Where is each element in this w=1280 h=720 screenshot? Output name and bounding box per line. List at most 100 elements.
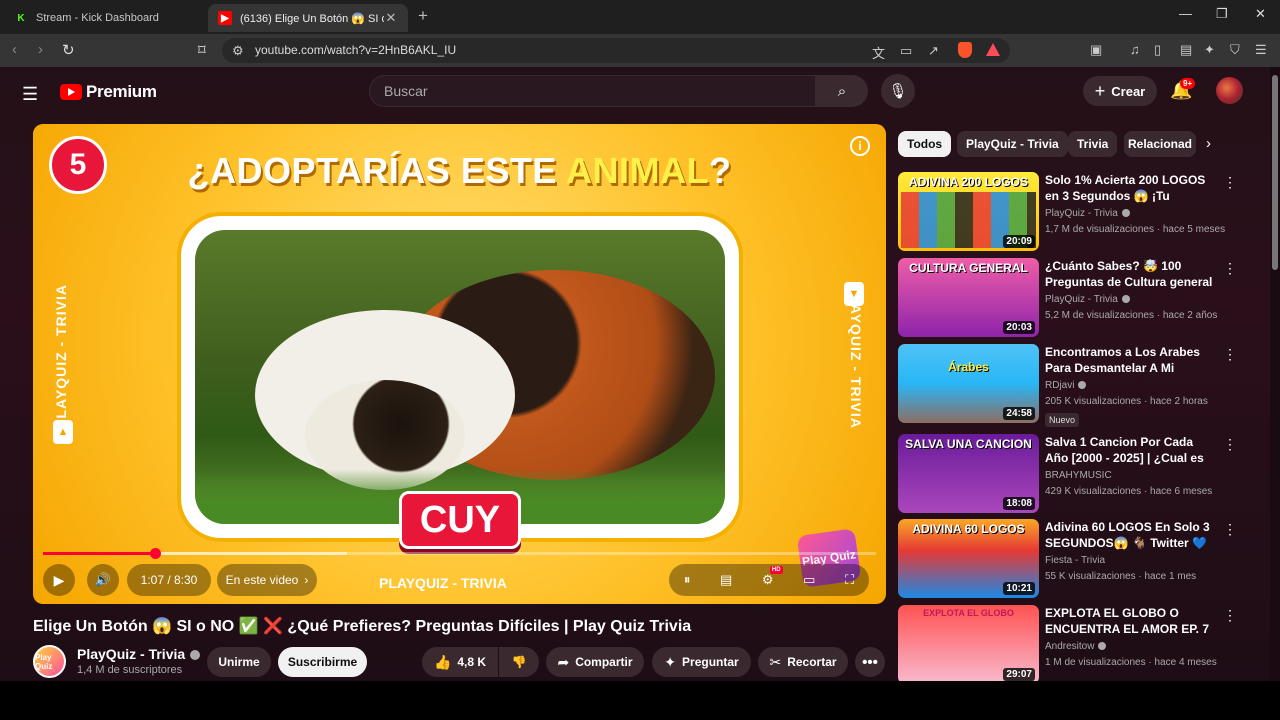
share-button[interactable]: ➦ Compartir — [546, 647, 644, 677]
recommendation-meta: 1,7 M de visualizaciones · hace 5 meses — [1045, 224, 1226, 235]
address-bar[interactable]: ⚙ youtube.com/watch?v=2HnB6AKL_IU 文 ▭ ↗ — [222, 38, 1010, 63]
tab-kick-dashboard[interactable]: K Stream - Kick Dashboard — [4, 4, 204, 32]
recommendation-channel[interactable]: Andresitow — [1045, 641, 1107, 652]
more-vert-icon[interactable]: ⋮ — [1223, 260, 1237, 277]
video-thumbnail[interactable]: ADIVINA 200 LOGOS 20:09 — [898, 172, 1039, 251]
back-icon[interactable]: ‹ — [12, 41, 17, 58]
recommendation-title[interactable]: Encontramos a Los Arabes Para Desmantela… — [1045, 344, 1215, 378]
video-thumbnail[interactable]: EXPLOTA EL GLOBO 29:07 — [898, 605, 1039, 684]
miniplayer-icon[interactable]: ▭ — [803, 572, 815, 588]
channel-avatar[interactable]: Play Quiz — [33, 645, 66, 678]
bookmark-icon[interactable]: ⌑ — [198, 41, 206, 59]
recommendation-title[interactable]: Solo 1% Acierta 200 LOGOS en 3 Segundos … — [1045, 172, 1215, 206]
volume-button[interactable]: 🔊 — [87, 564, 119, 596]
side-arrow-up-icon: ▲ — [53, 420, 73, 444]
chip-playquiz[interactable]: PlayQuiz - Trivia — [957, 131, 1068, 157]
page-scrollbar[interactable] — [1270, 67, 1280, 681]
video-player[interactable]: 5 ¿ADOPTARÍAS ESTE ANIMAL? i PLAYQUIZ - … — [33, 124, 886, 604]
more-vert-icon[interactable]: ⋮ — [1223, 346, 1237, 363]
recommendation-item[interactable]: EXPLOTA EL GLOBO 29:07 EXPLOTA EL GLOBO O… — [898, 605, 1268, 685]
create-button[interactable]: + Crear — [1083, 76, 1157, 106]
maximize-button[interactable]: ❐ — [1216, 6, 1228, 22]
recommendation-channel[interactable]: BRAHYMUSIC — [1045, 470, 1112, 481]
vpn-icon[interactable]: ⛉ — [1230, 42, 1240, 58]
forward-icon[interactable]: › — [38, 41, 43, 58]
autoplay-toggle-icon[interactable]: ⏸ — [684, 572, 691, 588]
chip-todos[interactable]: Todos — [898, 131, 952, 157]
close-tab-icon[interactable]: ✕ — [384, 10, 398, 26]
side-arrow-down-icon: ▼ — [844, 282, 864, 306]
recommendation-channel[interactable]: RDjavi — [1045, 380, 1087, 391]
new-tab-button[interactable]: + — [418, 6, 428, 26]
share-icon[interactable]: ↗ — [928, 43, 939, 59]
more-vert-icon[interactable]: ⋮ — [1223, 607, 1237, 624]
play-button[interactable]: ▶ — [43, 564, 75, 596]
video-thumbnail[interactable]: Árabes 24:58 — [898, 344, 1039, 423]
recommendation-item[interactable]: ADIVINA 200 LOGOS 20:09 Solo 1% Acierta 2… — [898, 172, 1268, 252]
recommendation-item[interactable]: ADIVINA 60 LOGOS 10:21 Adivina 60 LOGOS E… — [898, 519, 1268, 599]
chevron-right-icon[interactable]: › — [1206, 135, 1211, 152]
video-overlay-title: ¿ADOPTARÍAS ESTE ANIMAL? — [33, 150, 886, 192]
account-avatar[interactable] — [1216, 77, 1243, 104]
recommendation-channel[interactable]: PlayQuiz - Trivia — [1045, 294, 1130, 305]
reader-mode-icon[interactable]: ▣ — [1090, 42, 1102, 58]
subtitles-icon[interactable]: ▤ — [720, 572, 732, 588]
voice-search-button[interactable]: 🎙 — [881, 74, 915, 108]
scrollbar-thumb[interactable] — [1272, 75, 1278, 270]
more-actions-button[interactable]: ••• — [855, 647, 885, 677]
browser-toolbar: ‹ › ↻ ⌑ ⚙ youtube.com/watch?v=2HnB6AKL_I… — [0, 34, 1280, 67]
recommendation-title[interactable]: Salva 1 Cancion Por Cada Año [2000 - 202… — [1045, 434, 1215, 468]
recommendation-title[interactable]: ¿Cuánto Sabes? 🤯 100 Preguntas de Cultur… — [1045, 258, 1215, 292]
recommendation-item[interactable]: SALVA UNA CANCION 18:08 Salva 1 Cancion P… — [898, 434, 1268, 514]
reload-icon[interactable]: ↻ — [62, 41, 75, 59]
search-box[interactable] — [369, 75, 816, 107]
music-icon[interactable]: ♫ — [1130, 42, 1140, 57]
fullscreen-icon[interactable]: ⛶ — [845, 572, 854, 588]
subscribe-button[interactable]: Suscribirme — [278, 647, 367, 677]
search-button[interactable]: ⌕ — [816, 75, 868, 107]
recommendation-title[interactable]: EXPLOTA EL GLOBO O ENCUENTRA EL AMOR EP.… — [1045, 605, 1215, 637]
more-vert-icon[interactable]: ⋮ — [1223, 436, 1237, 453]
wallet-icon[interactable]: ▤ — [1180, 42, 1192, 58]
guide-menu-icon[interactable]: ☰ — [22, 84, 38, 105]
video-thumbnail[interactable]: SALVA UNA CANCION 18:08 — [898, 434, 1039, 513]
translate-icon[interactable]: 文 — [872, 43, 885, 62]
clip-button[interactable]: ✂ Recortar — [758, 647, 848, 677]
join-button[interactable]: Unirme — [207, 647, 271, 677]
tab-youtube-video[interactable]: ▶ (6136) Elige Un Botón 😱 SI o NO ✕ — [208, 4, 408, 32]
info-icon[interactable]: i — [850, 136, 870, 156]
url-text[interactable]: youtube.com/watch?v=2HnB6AKL_IU — [255, 43, 456, 57]
leo-ai-icon[interactable]: ✦ — [1204, 42, 1215, 58]
recommendation-title[interactable]: Adivina 60 LOGOS En Solo 3 SEGUNDOS😱 🐐 T… — [1045, 519, 1215, 553]
more-vert-icon[interactable]: ⋮ — [1223, 174, 1237, 191]
scrubber-knob[interactable] — [150, 548, 162, 559]
settings-gear-icon[interactable]: ⚙ — [762, 566, 782, 588]
chapters-button[interactable]: En este video › — [217, 564, 317, 596]
like-button[interactable]: 👍 4,8 K — [422, 647, 498, 677]
sidebar-icon[interactable]: ▯ — [1154, 42, 1161, 58]
video-thumbnail[interactable]: CULTURA GENERAL 20:03 — [898, 258, 1039, 337]
ask-button[interactable]: ✦ Preguntar — [652, 647, 751, 677]
brave-shields-icon[interactable] — [958, 42, 972, 58]
more-vert-icon[interactable]: ⋮ — [1223, 521, 1237, 538]
progress-bar[interactable] — [43, 548, 876, 559]
dislike-button[interactable]: 👎 — [499, 647, 539, 677]
close-window-button[interactable]: ✕ — [1255, 6, 1266, 22]
youtube-logo-icon — [60, 84, 82, 100]
recommendation-item[interactable]: Árabes 24:58 Encontramos a Los Arabes Par… — [898, 344, 1268, 427]
recommendation-item[interactable]: CULTURA GENERAL 20:03 ¿Cuánto Sabes? 🤯 10… — [898, 258, 1268, 338]
answer-label-box: CUY — [399, 491, 521, 549]
video-thumbnail[interactable]: ADIVINA 60 LOGOS 10:21 — [898, 519, 1039, 598]
search-input[interactable] — [384, 83, 804, 99]
channel-name[interactable]: PlayQuiz - Trivia — [77, 646, 201, 662]
menu-icon[interactable]: ☰ — [1255, 42, 1267, 58]
minimize-button[interactable]: — — [1179, 6, 1192, 21]
chip-trivia[interactable]: Trivia — [1068, 131, 1118, 157]
recommendation-channel[interactable]: Fiesta - Trivia — [1045, 555, 1105, 566]
cast-icon[interactable]: ▭ — [900, 43, 912, 59]
recommendation-channel[interactable]: PlayQuiz - Trivia — [1045, 208, 1130, 219]
youtube-premium-logo[interactable]: Premium — [60, 82, 157, 102]
brave-rewards-icon[interactable] — [986, 43, 1000, 56]
chip-relacionados[interactable]: Relacionad — [1124, 131, 1196, 157]
site-info-icon[interactable]: ⚙ — [232, 43, 244, 59]
